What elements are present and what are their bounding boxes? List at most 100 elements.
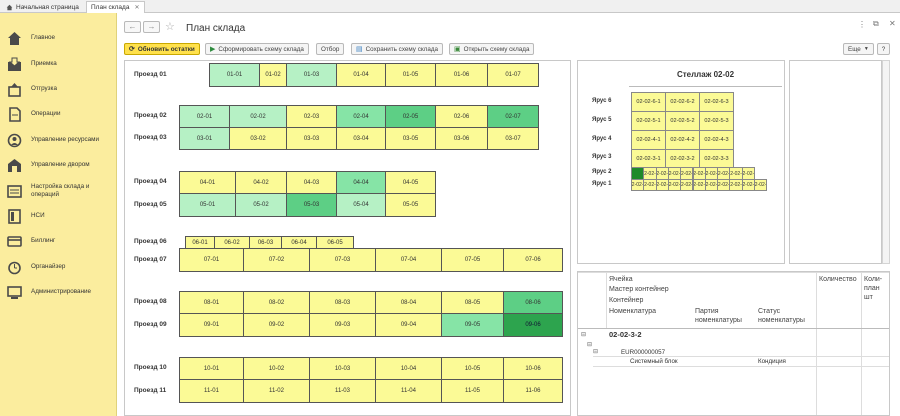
storage-cell[interactable]: 02-05 — [385, 105, 436, 128]
rack-cell[interactable]: 02-02-1 — [741, 179, 755, 191]
storage-cell[interactable]: 03-05 — [385, 127, 436, 150]
storage-cell[interactable]: 05-05 — [385, 193, 436, 217]
storage-cell[interactable]: 09-04 — [375, 313, 442, 337]
sidebar-item-5[interactable]: Управление ресурсами — [0, 130, 117, 150]
rack-cell[interactable]: 02-02-4-1 — [631, 130, 666, 150]
storage-cell[interactable]: 02-04 — [336, 105, 386, 128]
rack-cell[interactable]: 02-02-1 — [729, 179, 743, 191]
tree-row-cell[interactable]: 02-02-3-2 — [609, 330, 642, 339]
favorite-star-icon[interactable]: ☆ — [165, 20, 175, 33]
storage-cell[interactable]: 08-06 — [503, 291, 563, 314]
storage-cell[interactable]: 07-02 — [243, 248, 310, 272]
sidebar-item-11[interactable]: Администрирование — [0, 282, 117, 302]
storage-cell[interactable]: 10-04 — [375, 357, 442, 380]
open-scheme-button[interactable]: ▣ Открыть схему склада — [449, 43, 535, 55]
rack-cell[interactable]: 02-02-6-2 — [665, 92, 700, 112]
rack-cell[interactable]: 02-02-4-2 — [665, 130, 700, 150]
back-button[interactable]: ← — [124, 21, 141, 33]
storage-cell[interactable]: 11-04 — [375, 379, 442, 403]
collapse-icon[interactable]: ⊟ — [587, 341, 592, 348]
sidebar-item-1[interactable]: Главное — [0, 28, 117, 48]
storage-cell[interactable]: 09-01 — [179, 313, 244, 337]
storage-cell[interactable]: 02-02 — [229, 105, 287, 128]
storage-cell[interactable]: 07-04 — [375, 248, 442, 272]
forward-button[interactable]: → — [143, 21, 160, 33]
close-icon[interactable]: ✕ — [889, 19, 896, 28]
storage-cell[interactable]: 01-07 — [487, 63, 539, 87]
tree-row-item[interactable]: Системный блок — [630, 358, 678, 365]
storage-cell[interactable]: 03-01 — [179, 127, 230, 150]
rack-cell[interactable]: 02-02-1 — [704, 179, 719, 191]
storage-cell[interactable]: 10-02 — [243, 357, 310, 380]
storage-cell[interactable]: 02-06 — [435, 105, 488, 128]
rack-cell[interactable]: 02-02-1 — [643, 179, 657, 191]
storage-cell[interactable]: 08-03 — [309, 291, 376, 314]
storage-cell[interactable]: 05-03 — [286, 193, 337, 217]
storage-cell[interactable]: 11-02 — [243, 379, 310, 403]
storage-cell[interactable]: 02-01 — [179, 105, 230, 128]
sidebar-item-7[interactable]: Настройка склада и операций — [0, 181, 117, 201]
rack-cell[interactable]: 02-02-1 — [667, 179, 682, 191]
storage-cell[interactable]: 07-05 — [441, 248, 504, 272]
storage-cell[interactable]: 01-03 — [286, 63, 337, 87]
generate-scheme-button[interactable]: ▶ Сформировать схему склада — [205, 43, 309, 55]
storage-cell[interactable]: 07-01 — [179, 248, 244, 272]
storage-cell[interactable]: 01-01 — [209, 63, 260, 87]
rack-cell[interactable]: 02-02-5-1 — [631, 111, 666, 131]
storage-cell[interactable]: 01-06 — [435, 63, 488, 87]
storage-cell[interactable]: 11-05 — [441, 379, 504, 403]
storage-cell[interactable]: 04-02 — [235, 171, 287, 194]
tab-warehouse-plan[interactable]: План склада ✕ — [86, 1, 145, 13]
refresh-stock-button[interactable]: ⟳ Обновить остатки — [124, 43, 200, 55]
storage-cell[interactable]: 01-05 — [385, 63, 436, 87]
storage-cell[interactable]: 10-05 — [441, 357, 504, 380]
storage-cell[interactable]: 05-02 — [235, 193, 287, 217]
storage-cell[interactable]: 11-01 — [179, 379, 244, 403]
collapse-icon[interactable]: ⊟ — [581, 331, 586, 338]
storage-cell[interactable]: 01-04 — [336, 63, 386, 87]
filter-button[interactable]: Отбор — [316, 43, 345, 55]
sidebar-item-9[interactable]: Биллинг — [0, 231, 117, 251]
storage-cell[interactable]: 05-01 — [179, 193, 236, 217]
storage-cell[interactable]: 09-03 — [309, 313, 376, 337]
storage-cell[interactable]: 01-02 — [259, 63, 287, 87]
storage-cell[interactable]: 09-06 — [503, 313, 563, 337]
tab-home[interactable]: Начальная страница — [2, 1, 83, 13]
sidebar-item-6[interactable]: Управление двором — [0, 155, 117, 175]
storage-cell[interactable]: 11-06 — [503, 379, 563, 403]
storage-cell[interactable]: 02-03 — [286, 105, 337, 128]
rack-cell[interactable]: 02-02-6-3 — [699, 92, 734, 112]
storage-cell[interactable]: 05-04 — [336, 193, 386, 217]
rack-cell[interactable]: 02-02-1 — [717, 179, 731, 191]
close-tab-icon[interactable]: ✕ — [134, 4, 139, 11]
storage-cell[interactable]: 10-06 — [503, 357, 563, 380]
storage-cell[interactable]: 04-05 — [385, 171, 436, 194]
rack-cell[interactable]: 02-02-1 — [692, 179, 706, 191]
rack-cell[interactable]: 02-02-3-3 — [699, 149, 734, 168]
storage-cell[interactable]: 09-02 — [243, 313, 310, 337]
storage-cell[interactable]: 03-03 — [286, 127, 337, 150]
storage-cell[interactable]: 04-01 — [179, 171, 236, 194]
storage-cell[interactable]: 07-06 — [503, 248, 563, 272]
rack-cell[interactable]: 02-02-1 — [754, 179, 768, 191]
storage-cell[interactable]: 08-05 — [441, 291, 504, 314]
sidebar-item-2[interactable]: Приемка — [0, 54, 117, 74]
storage-cell[interactable]: 08-04 — [375, 291, 442, 314]
storage-cell[interactable]: 09-05 — [441, 313, 504, 337]
storage-cell[interactable]: 03-06 — [435, 127, 488, 150]
save-scheme-button[interactable]: ▤ Сохранить схему склада — [351, 43, 444, 55]
rack-cell[interactable]: 02-02-1 — [631, 179, 645, 191]
storage-cell[interactable]: 07-03 — [309, 248, 376, 272]
storage-cell[interactable]: 03-07 — [487, 127, 539, 150]
rack-cell[interactable]: 02-02-5-3 — [699, 111, 734, 131]
sidebar-item-10[interactable]: Органайзер — [0, 257, 117, 277]
collapse-icon[interactable]: ⊟ — [593, 348, 598, 355]
storage-cell[interactable]: 10-01 — [179, 357, 244, 380]
more-actions-icon[interactable]: ⋮ — [858, 20, 866, 29]
storage-cell[interactable]: 04-03 — [286, 171, 337, 194]
sidebar-item-8[interactable]: НСИ — [0, 206, 117, 226]
sidebar-item-4[interactable]: Операции — [0, 104, 117, 124]
more-button[interactable]: Еще ▼ — [843, 43, 874, 55]
rack-cell[interactable]: 02-02-5-2 — [665, 111, 700, 131]
rack-cell[interactable]: 02-02-4-3 — [699, 130, 734, 150]
